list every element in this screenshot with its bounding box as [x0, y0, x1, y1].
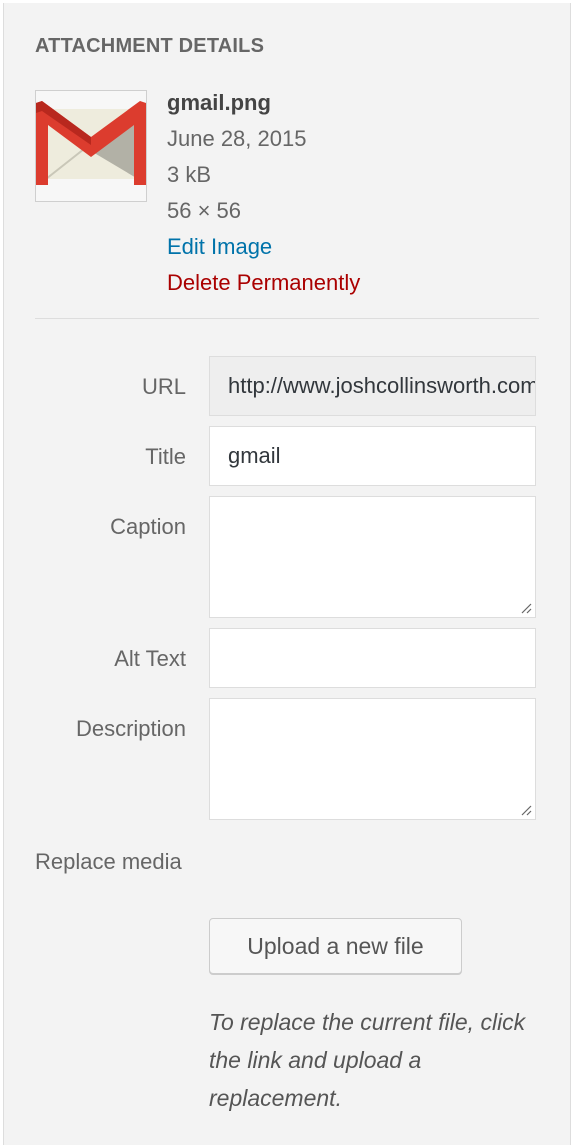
title-field[interactable]: gmail: [209, 426, 536, 486]
attachment-details-panel: ATTACHMENT DETAILS gmail.png June 28, 20…: [3, 3, 571, 1145]
file-name: gmail.png: [167, 90, 271, 115]
description-textarea[interactable]: [209, 698, 536, 820]
attachment-thumbnail[interactable]: [35, 90, 147, 202]
resize-handle-icon[interactable]: [520, 804, 532, 816]
alt-text-label: Alt Text: [114, 646, 186, 671]
description-label: Description: [75, 716, 186, 741]
resize-handle-icon[interactable]: [520, 602, 532, 614]
upload-date: June 28, 2015: [167, 126, 307, 151]
file-meta: gmail.png June 28, 2015 3 kB 56 × 56 Edi…: [167, 85, 360, 301]
caption-textarea[interactable]: [209, 496, 536, 618]
title-label: Title: [145, 444, 186, 469]
panel-heading: ATTACHMENT DETAILS: [35, 35, 265, 57]
alt-text-field[interactable]: [209, 628, 536, 688]
upload-new-file-button[interactable]: Upload a new file: [209, 918, 462, 974]
url-field[interactable]: http://www.joshcollinsworth.com/wp-conte…: [209, 356, 536, 416]
replace-help-text: To replace the current file, click the l…: [209, 1009, 526, 1111]
gmail-logo-icon: [36, 91, 146, 201]
caption-label: Caption: [110, 514, 186, 539]
url-label: URL: [141, 374, 186, 399]
section-divider: [35, 318, 539, 319]
image-dimensions: 56 × 56: [167, 198, 242, 223]
replace-media-label: Replace media: [35, 849, 182, 874]
edit-image-link[interactable]: Edit Image: [167, 229, 360, 265]
file-size: 3 kB: [167, 162, 212, 187]
delete-permanently-link[interactable]: Delete Permanently: [167, 265, 360, 301]
